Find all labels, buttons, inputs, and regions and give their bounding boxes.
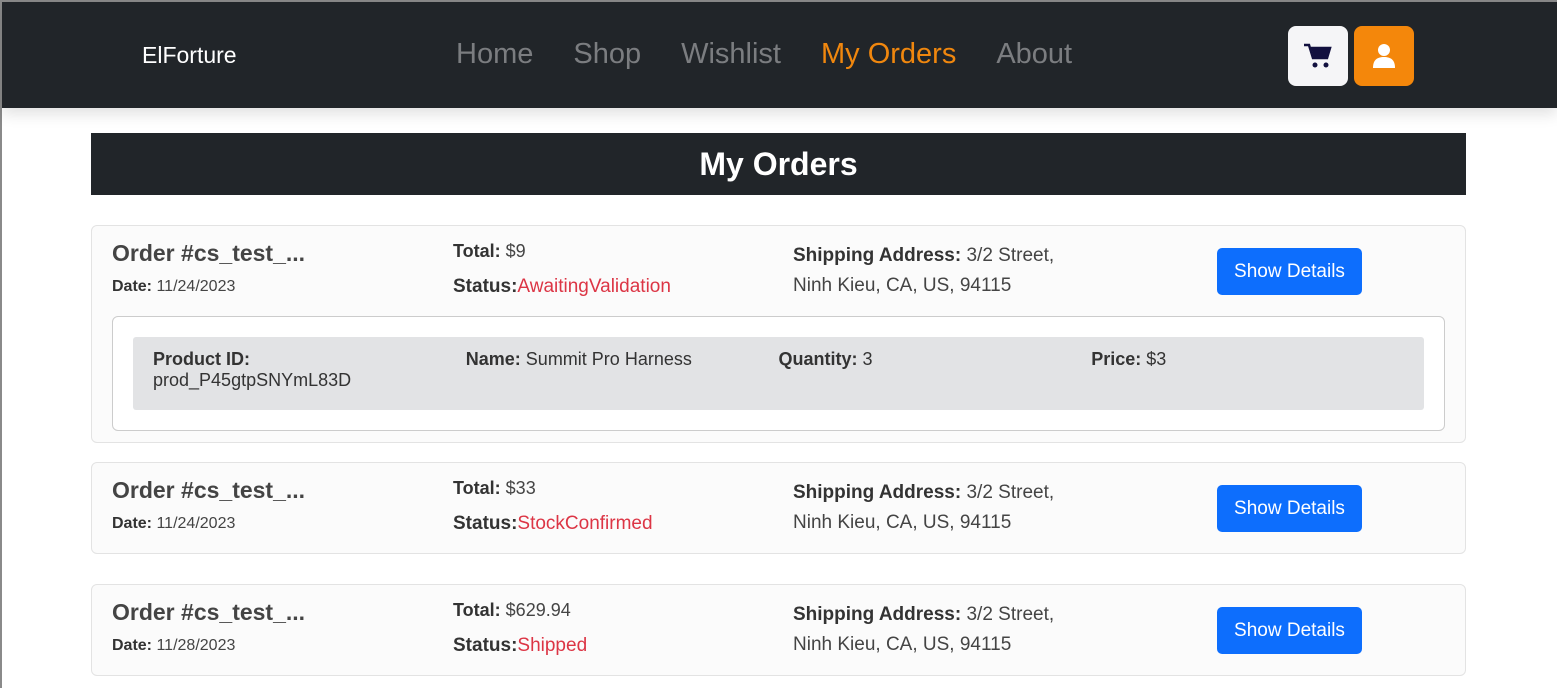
page-title: My Orders (91, 133, 1466, 195)
show-details-button[interactable]: Show Details (1217, 607, 1362, 654)
order-address: Shipping Address: 3/2 Street, Ninh Kieu,… (793, 604, 1055, 655)
order-date: Date: 11/28/2023 (112, 637, 236, 654)
order-details: Product ID: prod_P45gtpSNYmL83D Name: Sum… (112, 316, 1445, 431)
show-details-button[interactable]: Show Details (1217, 248, 1362, 295)
order-address: Shipping Address: 3/2 Street, Ninh Kieu,… (793, 245, 1055, 296)
order-date: Date: 11/24/2023 (112, 515, 236, 532)
order-total: Total: $9 (453, 241, 526, 261)
order-card: Order #cs_test_... Date: 11/24/2023 Tota… (91, 462, 1466, 554)
brand-logo[interactable]: ElForture (142, 42, 237, 69)
order-item: Product ID: prod_P45gtpSNYmL83D Name: Sum… (133, 337, 1424, 410)
cart-button[interactable] (1288, 26, 1348, 86)
order-status: Status:AwaitingValidation (453, 276, 671, 297)
nav-shop[interactable]: Shop (573, 38, 641, 71)
nav-links: Home Shop Wishlist My Orders About (456, 38, 1072, 71)
order-status: Status:Shipped (453, 635, 588, 656)
order-date: Date: 11/24/2023 (112, 278, 236, 295)
cart-icon (1304, 43, 1332, 68)
nav-my-orders[interactable]: My Orders (821, 38, 956, 71)
order-id: Order #cs_test_... (112, 599, 306, 625)
order-card: Order #cs_test_... Date: 11/28/2023 Tota… (91, 584, 1466, 676)
show-details-button[interactable]: Show Details (1217, 485, 1362, 532)
order-total: Total: $33 (453, 478, 536, 498)
nav-about[interactable]: About (996, 38, 1072, 71)
order-total: Total: $629.94 (453, 600, 571, 620)
order-address: Shipping Address: 3/2 Street, Ninh Kieu,… (793, 482, 1055, 533)
user-button[interactable] (1354, 26, 1414, 86)
order-id: Order #cs_test_... (112, 240, 306, 266)
nav-home[interactable]: Home (456, 38, 533, 71)
nav-wishlist[interactable]: Wishlist (681, 38, 781, 71)
order-status: Status:StockConfirmed (453, 513, 653, 534)
order-id: Order #cs_test_... (112, 477, 306, 503)
user-icon (1373, 44, 1395, 68)
order-card: Order #cs_test_... Date: 11/24/2023 Tota… (91, 225, 1466, 443)
navbar: ElForture Home Shop Wishlist My Orders A… (2, 2, 1557, 108)
